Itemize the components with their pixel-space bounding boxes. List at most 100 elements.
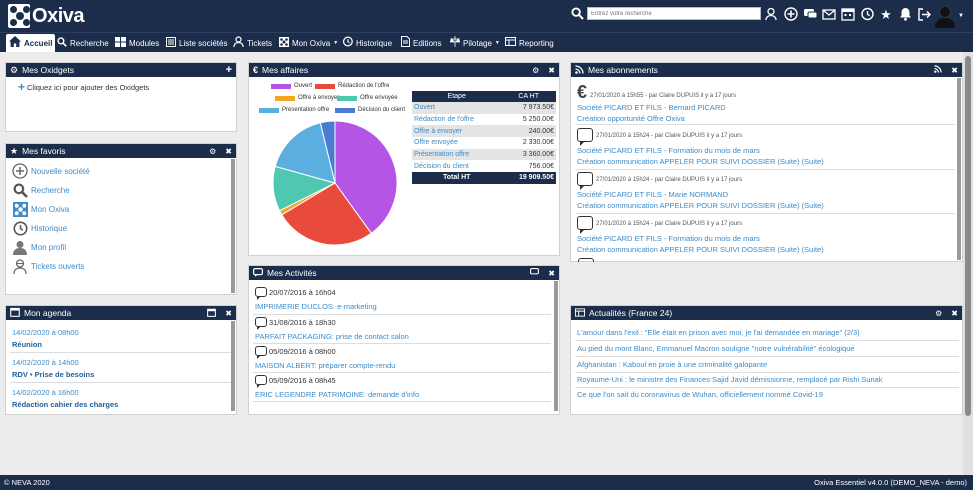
tab-modules[interactable]: Modules xyxy=(112,34,162,52)
tab-reporting[interactable]: Reporting xyxy=(502,34,557,52)
chat-icon[interactable] xyxy=(802,6,818,22)
news-item[interactable]: Royaume-Uni : le ministre des Finances S… xyxy=(577,375,883,384)
scrollbar-thumb[interactable] xyxy=(965,56,971,416)
news-item[interactable]: L'amour dans l'exil : "Elle était en pri… xyxy=(577,328,860,337)
tab-mon-oxiva[interactable]: Mon Oxiva ▼ xyxy=(276,34,341,52)
favori-historique[interactable]: Historique xyxy=(12,220,67,236)
table-row[interactable]: Rédaction de l'offre 5 250.00€ xyxy=(412,114,556,126)
table-row[interactable]: Ouvert 7 973.50€ xyxy=(412,102,556,114)
settings-icon[interactable]: ⚙ xyxy=(532,66,539,75)
history-icon xyxy=(12,220,28,236)
activity-item[interactable]: 05/09/2016 à 08h00 MAISON ALBERT: prépar… xyxy=(255,346,395,370)
comment-icon xyxy=(255,317,267,330)
close-icon[interactable]: ✖ xyxy=(951,66,958,75)
user-avatar[interactable] xyxy=(934,4,956,28)
subscription-item[interactable]: 27/01/2020 à 15h24 - par Claire DUPUIS i… xyxy=(577,216,824,254)
subscription-item[interactable]: 27/01/2020 à 15h24 - par Claire DUPUIS i… xyxy=(577,128,824,166)
history-icon[interactable] xyxy=(859,6,875,22)
comment-icon xyxy=(255,287,267,300)
tab-recherche[interactable]: Recherche xyxy=(54,34,112,52)
mail-icon[interactable] xyxy=(821,6,837,22)
contacts-icon[interactable] xyxy=(764,6,780,22)
divider xyxy=(575,124,955,125)
tab-pilotage[interactable]: Pilotage ▼ xyxy=(447,34,503,52)
profile-icon xyxy=(12,239,28,255)
table-row[interactable]: Décision du client 756.00€ xyxy=(412,160,556,172)
calendar-icon[interactable] xyxy=(840,6,856,22)
tab-liste-societes-label: Liste sociétés xyxy=(179,38,228,48)
activity-item[interactable]: 05/09/2016 à 08h45 ERIC LEGENDRE PATRIMO… xyxy=(255,375,419,399)
favori-mon-profil[interactable]: Mon profil xyxy=(12,239,66,255)
oxiva-logo[interactable]: Oxiva xyxy=(8,4,84,28)
logout-icon[interactable] xyxy=(916,6,932,22)
caret-down-icon: ▼ xyxy=(494,40,500,46)
favoris-scrollbar[interactable] xyxy=(231,159,235,293)
agenda-event-title[interactable]: Rédaction cahier des charges xyxy=(12,400,118,409)
settings-icon[interactable]: ⚙ xyxy=(209,147,216,156)
divider xyxy=(575,169,955,170)
agenda-scrollbar[interactable] xyxy=(231,321,235,411)
table-row[interactable]: Présentation offre 3 360.00€ xyxy=(412,148,556,161)
close-icon[interactable]: ✖ xyxy=(548,66,555,75)
favori-recherche[interactable]: Recherche xyxy=(12,182,70,198)
legend-item: Offre à envoyer xyxy=(275,95,339,101)
divider xyxy=(575,213,955,214)
favori-tickets-ouverts[interactable]: Tickets ouverts xyxy=(12,258,85,274)
favori-nouvelle-societe[interactable]: Nouvelle société xyxy=(12,163,90,179)
close-icon[interactable]: ✖ xyxy=(951,309,958,318)
table-row[interactable]: Offre envoyée 2 330.00€ xyxy=(412,137,556,149)
footer: © NEVA 2020 Oxiva Essentiel v4.0.0 (DEMO… xyxy=(0,475,973,490)
legend-item: Ouvert xyxy=(271,83,312,89)
tab-liste-societes[interactable]: Liste sociétés xyxy=(163,34,230,52)
tab-accueil[interactable]: Accueil xyxy=(6,34,56,52)
star-icon[interactable]: ★ xyxy=(878,6,894,22)
agenda-event-title[interactable]: RDV • Prise de besoins xyxy=(12,370,94,379)
settings-icon[interactable]: ⚙ xyxy=(935,309,942,318)
agenda-date: 14/02/2020 à 14h00 xyxy=(12,358,79,367)
legend-item: Décision du client xyxy=(335,107,405,113)
news-item[interactable]: Afghanistan : Kaboul en proie à une crim… xyxy=(577,360,767,369)
affaires-panel: € Mes affaires ⚙ ✖ Ouvert Rédaction de l… xyxy=(248,62,560,256)
search-input[interactable] xyxy=(587,7,761,20)
tab-editions[interactable]: Editions xyxy=(398,34,444,52)
news-item[interactable]: Au pied du mont Blanc, Emmanuel Macron s… xyxy=(577,344,855,353)
subscription-item[interactable]: €27/01/2020 à 15h55 - par Claire DUPUIS … xyxy=(577,83,736,123)
news-item[interactable]: Ce que l'on sait du coronavirus de Wuhan… xyxy=(577,390,823,399)
subscription-item[interactable]: 27/01/2020 à 15h24 - par Claire DUPUIS i… xyxy=(577,172,824,210)
logo-mark-icon xyxy=(8,4,31,28)
tab-tickets[interactable]: Tickets xyxy=(230,34,275,52)
search-icon[interactable] xyxy=(571,7,584,20)
comment-icon[interactable] xyxy=(530,268,540,278)
divider xyxy=(575,387,959,388)
table-total-row: Total HT 19 909.50€ xyxy=(412,172,556,184)
calendar-icon[interactable] xyxy=(207,308,217,319)
table-row[interactable]: Offre à envoyer 240.00€ xyxy=(412,125,556,138)
tab-tickets-label: Tickets xyxy=(247,38,273,48)
reporting-icon xyxy=(505,37,516,49)
favori-mon-oxiva[interactable]: Mon Oxiva xyxy=(12,201,69,217)
rss-icon[interactable] xyxy=(934,65,942,75)
toolbar-icons: ★ xyxy=(764,6,932,22)
close-icon[interactable]: ✖ xyxy=(225,309,232,318)
news-icon xyxy=(575,307,585,319)
chevron-down-icon[interactable]: ▼ xyxy=(958,13,964,19)
tab-historique[interactable]: Historique xyxy=(339,34,395,52)
divider xyxy=(253,314,551,315)
actualites-title: Actualités (France 24) xyxy=(589,308,673,318)
close-icon[interactable]: ✖ xyxy=(225,147,232,156)
add-circle-icon[interactable] xyxy=(783,6,799,22)
favoris-panel: ★ Mes favoris ⚙ ✖ Nouvelle société Reche… xyxy=(5,143,237,295)
legend-item: Rédaction de l'offre xyxy=(315,83,389,89)
activity-item[interactable]: 31/08/2016 à 18h30 PARFAIT PACKAGING: pr… xyxy=(255,317,409,341)
add-icon[interactable]: + xyxy=(226,64,232,76)
agenda-event-title[interactable]: Réunion xyxy=(12,340,42,349)
abonnements-header: Mes abonnements ✖ xyxy=(571,63,962,77)
page-scrollbar[interactable] xyxy=(963,52,973,475)
bell-icon[interactable] xyxy=(897,6,913,22)
add-oxidgets-link[interactable]: + Cliquez ici pour ajouter des Oxidgets xyxy=(18,81,149,93)
abonnements-scrollbar[interactable] xyxy=(957,78,961,260)
activity-item[interactable]: 20/07/2016 à 16h04 IMPRIMERIE DUCLOS: e-… xyxy=(255,287,377,311)
affaires-header: € Mes affaires ⚙ ✖ xyxy=(249,63,559,77)
activites-scrollbar[interactable] xyxy=(554,281,558,411)
close-icon[interactable]: ✖ xyxy=(548,269,555,278)
